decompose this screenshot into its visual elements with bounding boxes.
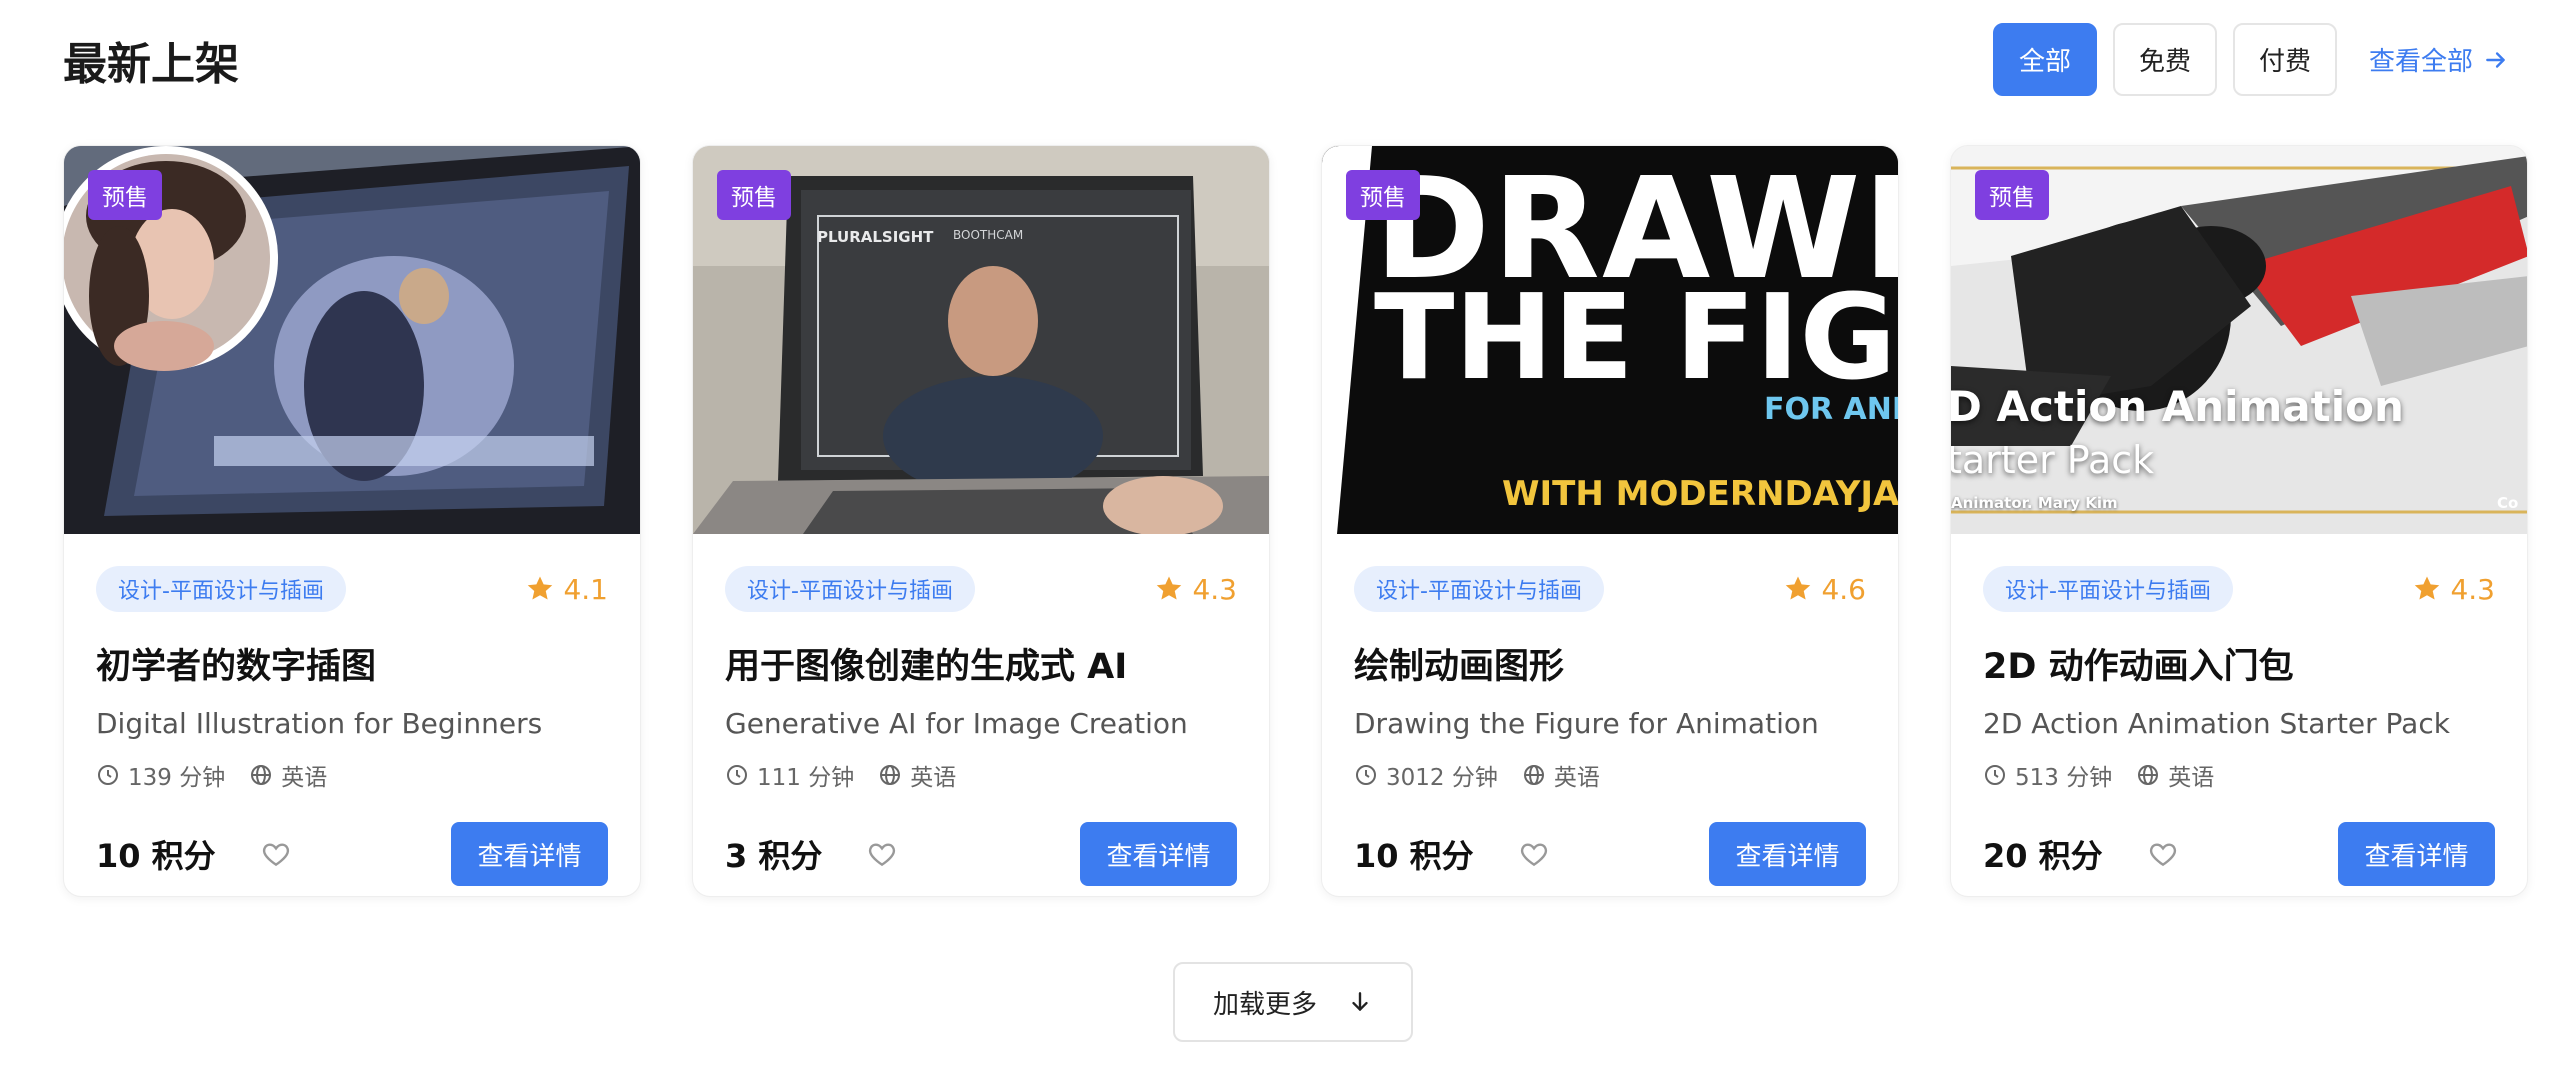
course-title[interactable]: 绘制动画图形 xyxy=(1354,638,1866,689)
rating: 4.6 xyxy=(1783,573,1866,606)
clock-icon xyxy=(1985,765,2005,785)
category-tag[interactable]: 设计-平面设计与插画 xyxy=(1354,566,1604,612)
arrow-right-icon xyxy=(2486,51,2505,68)
rating: 4.1 xyxy=(525,573,608,606)
presale-badge: 预售 xyxy=(717,170,791,220)
course-title[interactable]: 用于图像创建的生成式 AI xyxy=(725,638,1237,689)
price: 3 积分 xyxy=(725,837,823,875)
language: 英语 xyxy=(910,765,957,791)
course-thumbnail: D Action Animation tarter Pack Animator.… xyxy=(1951,146,2527,534)
heart-icon[interactable] xyxy=(2147,838,2179,870)
language: 英语 xyxy=(1553,765,1600,791)
view-all-link[interactable]: 查看全部 xyxy=(2369,41,2509,78)
star-icon xyxy=(2415,576,2440,600)
view-details-button[interactable]: 查看详情 xyxy=(2338,822,2495,886)
star-icon xyxy=(1786,576,1811,600)
view-all-label: 查看全部 xyxy=(2368,47,2473,77)
presale-badge: 预售 xyxy=(1346,170,1420,220)
thumbnail-text: THE FIGU xyxy=(1374,268,1898,406)
star-icon xyxy=(1157,576,1182,600)
load-more-button[interactable]: 加载更多 xyxy=(1173,962,1413,1042)
rating-value: 4.1 xyxy=(563,572,608,606)
category-tag[interactable]: 设计-平面设计与插画 xyxy=(725,566,975,612)
rating: 4.3 xyxy=(2412,573,2495,606)
course-subtitle: Digital Illustration for Beginners xyxy=(96,707,543,740)
globe-icon xyxy=(251,765,272,785)
price: 20 积分 xyxy=(1983,837,2103,875)
course-card[interactable]: 预售 设计-平面设计与插画 4.1 初学者的数字插图 Digital Illus… xyxy=(63,145,641,897)
category-tag[interactable]: 设计-平面设计与插画 xyxy=(1983,566,2233,612)
filter-group: 全部 免费 付费 查看全部 xyxy=(1977,23,2509,96)
globe-icon xyxy=(880,765,901,785)
thumbnail-text: Co xyxy=(2497,494,2519,512)
course-thumbnail: 预售 xyxy=(64,146,640,534)
course-meta: 111 分钟 英语 xyxy=(725,758,1237,792)
rating-value: 4.3 xyxy=(2450,572,2495,606)
thumbnail-text: D Action Animation xyxy=(1951,382,2404,431)
course-meta: 3012 分钟 英语 xyxy=(1354,758,1866,792)
page-title: 最新上架 xyxy=(63,39,239,90)
load-more-label: 加载更多 xyxy=(1212,988,1317,1019)
rating: 4.3 xyxy=(1154,573,1237,606)
view-details-button[interactable]: 查看详情 xyxy=(1080,822,1237,886)
duration: 139 分钟 xyxy=(128,765,226,791)
clock-icon xyxy=(727,765,747,785)
course-grid: 预售 设计-平面设计与插画 4.1 初学者的数字插图 Digital Illus… xyxy=(63,145,2528,897)
thumbnail-text: FOR ANI xyxy=(1764,392,1898,427)
filter-paid-button[interactable]: 付费 xyxy=(2232,23,2337,96)
course-title[interactable]: 2D 动作动画入门包 xyxy=(1983,638,2495,689)
course-subtitle: 2D Action Animation Starter Pack xyxy=(1983,707,2450,740)
rating-value: 4.6 xyxy=(1821,572,1866,606)
course-subtitle: Generative AI for Image Creation xyxy=(725,707,1188,740)
section-header: 最新上架 全部 免费 付费 查看全部 xyxy=(0,0,2572,130)
duration: 3012 分钟 xyxy=(1386,765,1498,791)
course-card[interactable]: D Action Animation tarter Pack Animator.… xyxy=(1950,145,2528,897)
course-card[interactable]: DRAWIN THE FIGU FOR ANI WITH MODERNDAYJA… xyxy=(1321,145,1899,897)
globe-icon xyxy=(2138,765,2159,785)
course-card[interactable]: PLURALSIGHT BOOTHCAM 预售 设计-平面设计与插画 4.3 用… xyxy=(692,145,1270,897)
presale-badge: 预售 xyxy=(88,170,162,220)
course-meta: 513 分钟 英语 xyxy=(1983,758,2495,792)
thumbnail-text: PLURALSIGHT xyxy=(817,228,934,246)
clock-icon xyxy=(1356,765,1376,785)
view-details-button[interactable]: 查看详情 xyxy=(451,822,608,886)
thumbnail-text: Animator. Mary Kim xyxy=(1951,494,2118,512)
course-thumbnail: DRAWIN THE FIGU FOR ANI WITH MODERNDAYJA… xyxy=(1322,146,1898,534)
course-subtitle: Drawing the Figure for Animation xyxy=(1354,707,1819,740)
heart-icon[interactable] xyxy=(260,838,292,870)
course-title[interactable]: 初学者的数字插图 xyxy=(96,638,608,689)
globe-icon xyxy=(1523,765,1544,785)
filter-all-button[interactable]: 全部 xyxy=(1992,23,2097,96)
heart-icon[interactable] xyxy=(866,838,898,870)
language: 英语 xyxy=(2168,765,2215,791)
clock-icon xyxy=(98,765,118,785)
price: 10 积分 xyxy=(1354,837,1474,875)
thumbnail-text: tarter Pack xyxy=(1951,438,2155,482)
view-details-button[interactable]: 查看详情 xyxy=(1709,822,1866,886)
heart-icon[interactable] xyxy=(1518,838,1550,870)
thumbnail-text: BOOTHCAM xyxy=(953,228,1024,242)
course-meta: 139 分钟 英语 xyxy=(96,758,608,792)
rating-value: 4.3 xyxy=(1192,572,1237,606)
price: 10 积分 xyxy=(96,837,216,875)
thumbnail-text: WITH MODERNDAYJAM xyxy=(1502,474,1898,514)
filter-free-button[interactable]: 免费 xyxy=(2112,23,2217,96)
duration: 111 分钟 xyxy=(757,765,855,791)
arrow-down-icon xyxy=(1352,992,1368,1011)
language: 英语 xyxy=(281,765,328,791)
duration: 513 分钟 xyxy=(2015,765,2113,791)
category-tag[interactable]: 设计-平面设计与插画 xyxy=(96,566,346,612)
presale-badge: 预售 xyxy=(1975,170,2049,220)
course-thumbnail: PLURALSIGHT BOOTHCAM 预售 xyxy=(693,146,1269,534)
star-icon xyxy=(528,576,553,600)
